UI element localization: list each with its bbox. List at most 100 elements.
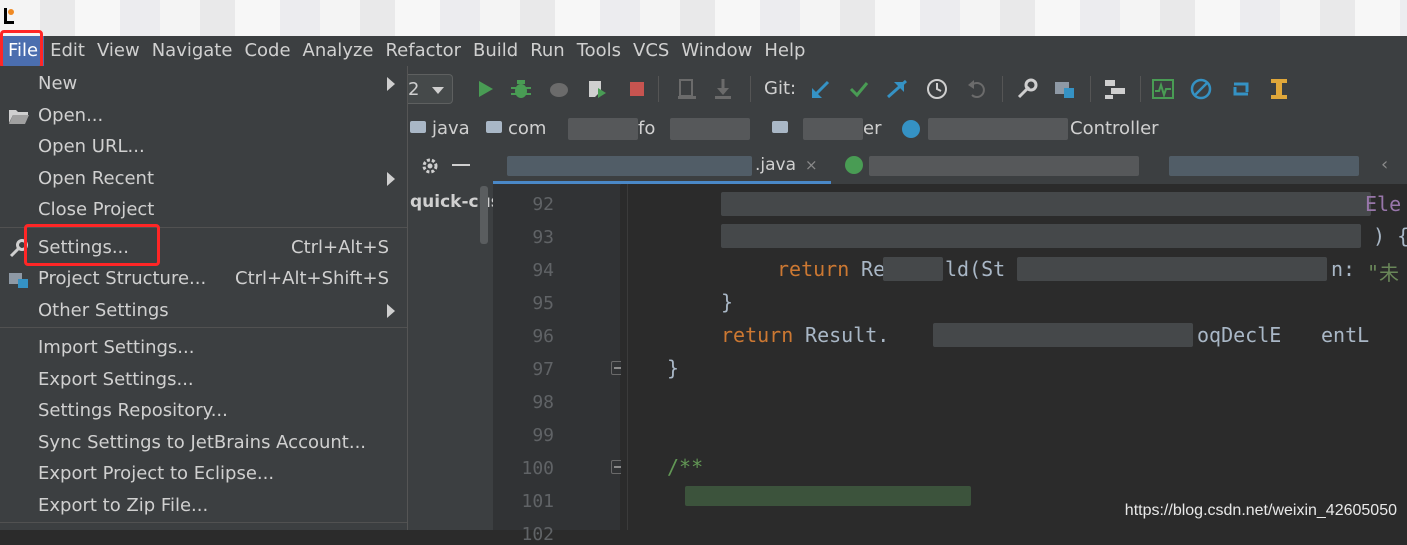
file-menu-sync-settings[interactable]: Sync Settings to JetBrains Account... xyxy=(0,427,407,458)
git-update-icon[interactable] xyxy=(808,76,834,102)
coverage-icon[interactable] xyxy=(546,76,572,102)
menu-code[interactable]: Code xyxy=(238,36,296,66)
menu-navigate[interactable]: Navigate xyxy=(146,36,239,66)
menu-file[interactable]: File xyxy=(2,36,45,66)
menu-separator xyxy=(0,522,407,523)
file-menu-open[interactable]: Open... xyxy=(0,100,407,131)
indent-guide xyxy=(627,184,628,530)
wrench-icon xyxy=(9,239,28,258)
code-text: ld(St xyxy=(945,257,1006,281)
breadcrumb-er[interactable]: er xyxy=(863,118,881,140)
redacted-block xyxy=(883,257,943,281)
git-compare-icon[interactable] xyxy=(884,76,910,102)
run-icon[interactable] xyxy=(472,76,498,102)
file-menu-import-settings[interactable]: Import Settings... xyxy=(0,332,407,363)
toolbar-separator xyxy=(1140,76,1141,102)
file-menu-export-eclipse[interactable]: Export Project to Eclipse... xyxy=(0,458,407,489)
git-label: Git: xyxy=(764,78,797,99)
line-number: 95 xyxy=(532,293,554,314)
git-commit-icon[interactable] xyxy=(846,76,872,102)
menu-analyze[interactable]: Analyze xyxy=(297,36,380,66)
project-panel: quick-cust xyxy=(408,184,509,530)
file-menu-close-project[interactable]: Close Project xyxy=(0,194,407,225)
folder-icon xyxy=(410,121,426,133)
redacted-block xyxy=(803,118,863,140)
toolbar-separator xyxy=(658,76,659,102)
gear-icon[interactable] xyxy=(420,156,440,176)
redacted-block xyxy=(721,224,1361,248)
sdk-icon[interactable] xyxy=(1102,76,1128,102)
refresh-icon[interactable] xyxy=(1228,76,1254,102)
breadcrumb-java[interactable]: java xyxy=(410,118,470,140)
code-string: "未 xyxy=(1367,261,1400,285)
rollback-icon[interactable] xyxy=(964,76,990,102)
line-number: 98 xyxy=(532,392,554,413)
main-toolbar: 2 Git: xyxy=(408,66,1407,113)
history-icon[interactable] xyxy=(924,76,950,102)
no-entry-icon[interactable] xyxy=(1188,76,1214,102)
file-menu-open-recent[interactable]: Open Recent xyxy=(0,163,407,194)
file-menu-project-structure[interactable]: Project Structure... Ctrl+Alt+Shift+S xyxy=(0,263,407,294)
breadcrumb-controller[interactable]: Controller xyxy=(1070,118,1159,140)
breadcrumb-label: com xyxy=(508,118,547,139)
menu-vcs[interactable]: VCS xyxy=(627,36,675,66)
menu-view[interactable]: View xyxy=(91,36,146,66)
code-editor[interactable]: Ele ) { return Re ld(St n: "未 } return R… xyxy=(621,184,1407,530)
tab-active-java[interactable]: .java × xyxy=(493,146,831,184)
menu-build[interactable]: Build xyxy=(467,36,524,66)
menu-tools[interactable]: Tools xyxy=(571,36,627,66)
redacted-block xyxy=(685,486,971,506)
file-menu-settings[interactable]: Settings... Ctrl+Alt+S xyxy=(0,232,407,263)
file-menu-export-settings[interactable]: Export Settings... xyxy=(0,364,407,395)
redacted-block xyxy=(1169,156,1359,176)
line-number: 92 xyxy=(532,194,554,215)
tab-label: .java xyxy=(755,155,797,175)
file-menu-open-url[interactable]: Open URL... xyxy=(0,131,407,162)
breadcrumb-fo[interactable]: fo xyxy=(638,118,655,140)
submenu-arrow-icon xyxy=(387,304,395,318)
line-number: 99 xyxy=(532,425,554,446)
file-menu-settings-repository[interactable]: Settings Repository... xyxy=(0,395,407,426)
breadcrumb: java com fo er Controller xyxy=(408,112,1407,146)
stop-icon[interactable] xyxy=(624,76,650,102)
build-icon[interactable] xyxy=(1266,76,1292,102)
breadcrumb-folder-3[interactable] xyxy=(772,118,794,140)
menu-window[interactable]: Window xyxy=(675,36,758,66)
line-number: 101 xyxy=(521,491,554,512)
editor-tabs: .java × ‹ xyxy=(493,146,1407,185)
line-number-gutter: 92 93 94 95 96 97 98 99 100 101 102 xyxy=(493,184,625,545)
menu-bar: File Edit View Navigate Code Analyze Ref… xyxy=(0,36,1407,66)
line-number: 94 xyxy=(532,260,554,281)
tab-second[interactable] xyxy=(833,146,1153,184)
download-icon[interactable] xyxy=(710,76,736,102)
menu-refactor[interactable]: Refactor xyxy=(379,36,467,66)
code-text: oqDeclE xyxy=(1197,323,1282,347)
project-structure-icon[interactable] xyxy=(1052,76,1078,102)
menu-item-label: Other Settings xyxy=(38,300,169,321)
minimize-icon[interactable] xyxy=(452,164,470,166)
menu-edit[interactable]: Edit xyxy=(44,36,91,66)
build-artifacts-icon[interactable] xyxy=(674,76,700,102)
watermark: https://blog.csdn.net/weixin_42605050 xyxy=(1124,502,1397,519)
monitor-icon[interactable] xyxy=(1150,76,1176,102)
run-config-select[interactable]: 2 xyxy=(408,74,453,104)
debug-icon[interactable] xyxy=(508,76,534,102)
profile-icon[interactable] xyxy=(584,76,610,102)
file-menu-new[interactable]: New xyxy=(0,68,407,99)
close-icon[interactable]: × xyxy=(805,146,818,184)
file-menu-export-zip[interactable]: Export to Zip File... xyxy=(0,490,407,521)
project-scrollbar[interactable] xyxy=(480,186,488,244)
redacted-block xyxy=(721,192,1371,216)
submenu-arrow-icon xyxy=(387,172,395,186)
menu-item-label: New xyxy=(38,73,78,94)
tab-third[interactable] xyxy=(1157,146,1367,184)
settings-wrench-icon[interactable] xyxy=(1014,76,1040,102)
chevron-left-icon[interactable]: ‹ xyxy=(1381,146,1388,184)
menu-help[interactable]: Help xyxy=(758,36,811,66)
line-number: 97 xyxy=(532,359,554,380)
code-keyword-return: return xyxy=(721,323,794,347)
breadcrumb-com[interactable]: com xyxy=(486,118,546,140)
menu-run[interactable]: Run xyxy=(524,36,571,66)
line-number: 96 xyxy=(532,326,554,347)
file-menu-other-settings[interactable]: Other Settings xyxy=(0,295,407,326)
